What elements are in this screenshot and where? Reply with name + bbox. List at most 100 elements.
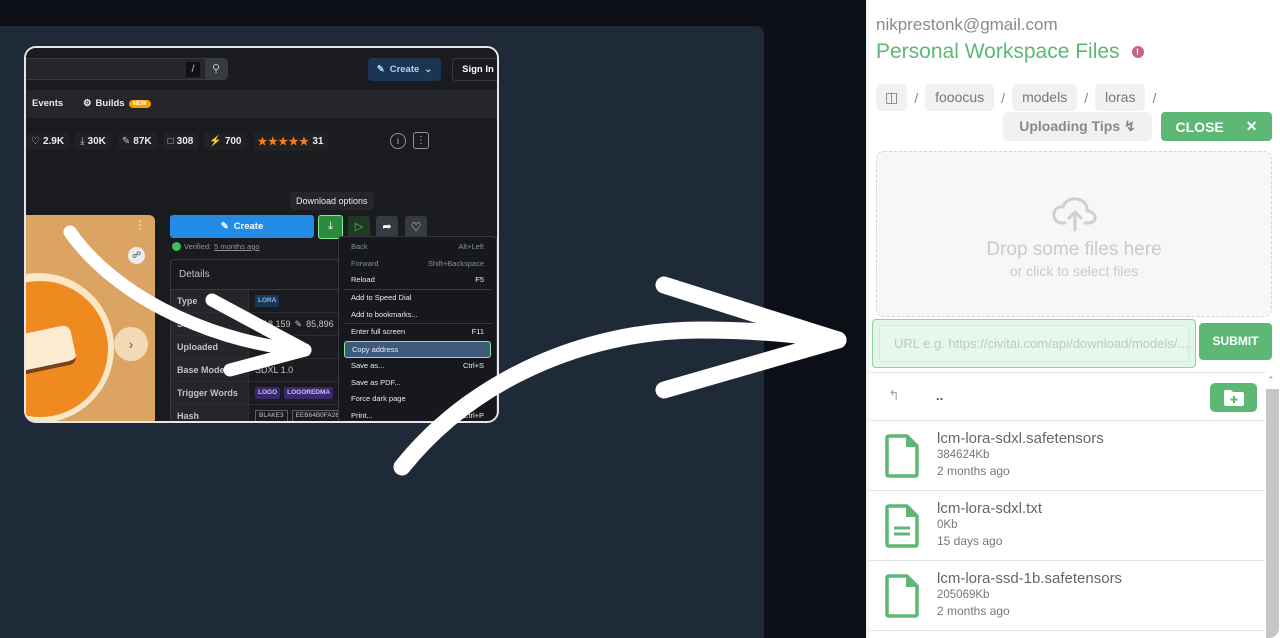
close-icon: ✕ — [1245, 118, 1258, 134]
play-icon[interactable]: ▷ — [348, 216, 370, 238]
bookmarks-stat: □ 308 — [162, 132, 199, 150]
breadcrumb-item[interactable]: loras — [1095, 84, 1146, 111]
create-button[interactable]: ✎ Create — [170, 215, 314, 238]
close-label: CLOSE — [1175, 118, 1224, 135]
url-input[interactable] — [879, 325, 1189, 362]
scrollbar-thumb[interactable] — [1266, 389, 1279, 638]
new-badge: NEW — [128, 99, 151, 108]
close-button[interactable]: CLOSE ✕ — [1161, 112, 1272, 141]
sign-in-button[interactable]: Sign In — [452, 58, 497, 81]
file-row[interactable]: lcm-lora-sdxl.safetensors 384624Kb 2 mon… — [866, 421, 1266, 491]
details-key: Hash — [171, 405, 249, 421]
create-menu-label: Create — [389, 64, 420, 75]
site-search-bar[interactable]: / ⚲ — [26, 58, 228, 80]
create-menu-button[interactable]: ✎ Create ⌄ — [368, 58, 441, 81]
download-options-tooltip: Download options — [290, 192, 374, 210]
likes-value: 2.9K — [42, 135, 65, 147]
info-icon[interactable]: ! — [1131, 46, 1144, 58]
image-menu-icon[interactable]: ⋮ — [134, 219, 146, 231]
link-icon[interactable]: ☍ — [128, 247, 145, 264]
details-row: Uploaded — [171, 336, 349, 359]
brush-icon: ✎ — [121, 135, 131, 147]
context-menu-item[interactable]: Enter full screen F11 — [344, 324, 491, 341]
breadcrumb-item[interactable]: fooocus — [925, 84, 995, 111]
context-menu-item[interactable]: Print... Ctrl+P — [344, 408, 491, 421]
file-row[interactable]: lcm-lora-sdxl.txt 0Kb 15 days ago — [866, 491, 1266, 561]
url-field-wrapper — [872, 319, 1196, 368]
search-icon[interactable]: ⚲ — [205, 59, 227, 79]
context-menu-label: Save as... — [351, 360, 385, 370]
file-row[interactable]: lcm-lora-ssd-1b.safetensors 205069Kb 2 m… — [866, 561, 1266, 631]
context-menu-label: Add to bookmarks... — [351, 309, 418, 319]
download-button[interactable]: ⤓ — [318, 215, 343, 239]
new-folder-button[interactable] — [1210, 383, 1257, 412]
context-menu-item[interactable]: Save as... Ctrl+S — [344, 358, 491, 375]
file-name: lcm-lora-sdxl.safetensors — [937, 430, 1104, 447]
context-menu-label: Copy address — [352, 345, 399, 355]
embedded-browser-screenshot: / ⚲ ✎ Create ⌄ Sign In Events ⚙ Builds N… — [24, 46, 499, 423]
nav-item-builds[interactable]: ⚙ Builds NEW — [83, 98, 151, 109]
brush-icon: ✎ — [294, 318, 303, 329]
context-menu-label: Force dark page — [351, 394, 406, 404]
breadcrumb-root-drive-icon[interactable]: ◫ — [876, 84, 908, 111]
uploading-tips-button[interactable]: Uploading Tips ↯ — [1003, 112, 1152, 141]
breadcrumb-item[interactable]: models — [1012, 84, 1078, 111]
download-icon: ⤓ — [255, 318, 259, 329]
more-options-icon[interactable]: ⋮ — [413, 132, 429, 149]
download-icon: ⤓ — [328, 220, 333, 232]
context-menu-item[interactable]: Back Alt+Left — [344, 239, 491, 256]
info-icon[interactable]: i — [390, 133, 406, 149]
uploading-tips-label: Uploading Tips — [1019, 118, 1121, 134]
heart-icon[interactable]: ♡ — [405, 216, 427, 238]
nav-item-events[interactable]: Events — [32, 98, 63, 109]
file-dropzone[interactable]: Drop some files here or click to select … — [876, 151, 1272, 317]
context-menu-label: Save as PDF... — [351, 377, 401, 387]
verified-date-link[interactable]: 5 months ago — [214, 242, 259, 251]
downloads-stat: ⤓ 30K — [75, 132, 111, 150]
details-row: Base Model SDXL 1.0 — [171, 359, 349, 382]
context-menu-label: Print... — [351, 410, 373, 420]
verified-prefix: Verified: — [184, 242, 212, 251]
context-menu-item[interactable]: Forward Shift+Backspace — [344, 256, 491, 273]
context-menu-item[interactable]: Reload F5 — [344, 272, 491, 289]
share-icon[interactable]: ➦ — [376, 216, 398, 238]
generations-value: 87K — [133, 135, 152, 147]
next-image-button[interactable]: › — [114, 327, 148, 361]
context-menu-label: Add to Speed Dial — [351, 293, 412, 303]
type-tag: LORA — [255, 295, 280, 307]
trigger-word-tag[interactable]: LOGO — [255, 387, 281, 399]
hash-value[interactable]: EEB64B0FA26 — [291, 410, 343, 421]
rating-count: 31 — [312, 135, 324, 147]
submit-button[interactable]: SUBMIT — [1199, 323, 1272, 360]
panel-title-text: Personal Workspace Files — [876, 40, 1120, 63]
brush-icon: ✎ — [376, 64, 385, 75]
details-key: Trigger Words — [171, 382, 249, 404]
context-menu-label: Reload — [351, 275, 375, 285]
context-menu-item[interactable]: Copy address — [344, 341, 491, 358]
breadcrumb-separator: / — [1084, 89, 1089, 106]
create-button-label: Create — [233, 221, 264, 232]
context-menu-item[interactable]: Add to Speed Dial — [344, 290, 491, 307]
context-menu-item[interactable]: Add to bookmarks... — [344, 307, 491, 324]
file-list: ↰ .. lcm-lora-sdxl.safetensors 384624Kb … — [866, 372, 1266, 638]
context-menu-shortcut: Ctrl+S — [462, 360, 484, 370]
hash-algo[interactable]: BLAKE3 — [255, 410, 288, 421]
likes-stat: ♡ 2.9K — [26, 132, 70, 150]
cloud-upload-icon — [1052, 197, 1097, 232]
model-preview-image: ⋮ ☍ › — [26, 215, 155, 421]
details-value: SDXL 1.0 — [255, 364, 294, 375]
brush-icon: ✎ — [220, 221, 229, 232]
generations-stat: ✎ 87K — [116, 132, 157, 150]
details-table: Details Type LORA Stats ⤓ 18,159 ✎ 85,896 U… — [170, 259, 350, 421]
file-list-scrollbar[interactable]: ⌃ — [1265, 373, 1280, 638]
context-menu-item[interactable]: Force dark page — [344, 391, 491, 408]
context-menu-item[interactable]: Save as PDF... — [344, 375, 491, 392]
file-size: 205069Kb — [937, 589, 990, 601]
scroll-up-icon[interactable]: ⌃ — [1267, 375, 1275, 386]
breadcrumb-separator: / — [914, 89, 919, 106]
buzz-value: 700 — [224, 135, 242, 147]
parent-directory-row[interactable]: ↰ .. — [866, 373, 1266, 421]
text-file-icon — [885, 504, 919, 548]
trigger-word-tag[interactable]: LOGOREDMA — [284, 387, 334, 399]
dropzone-title: Drop some files here — [986, 239, 1162, 260]
